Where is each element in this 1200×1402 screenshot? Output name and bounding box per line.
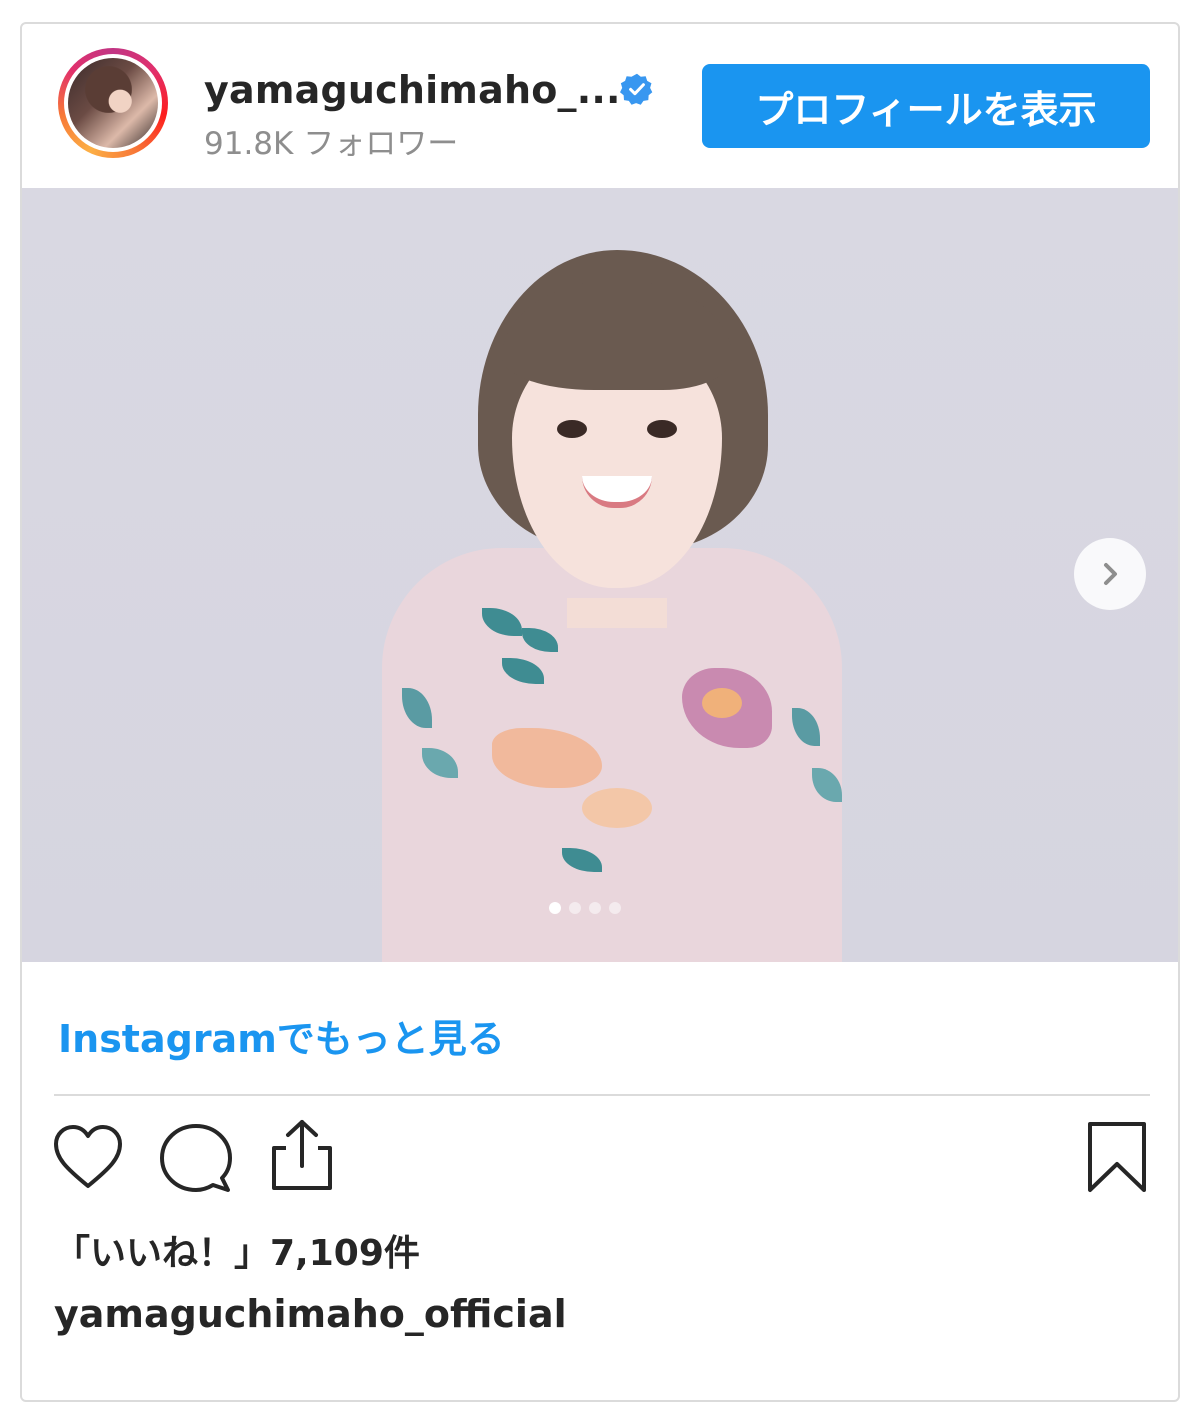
comment-icon[interactable]	[158, 1122, 234, 1194]
post-header: yamaguchimaho_... 91.8K フォロワー プロフィールを表示	[22, 24, 1178, 188]
view-more-on-instagram-link[interactable]: Instagramでもっと見る	[58, 1008, 505, 1063]
carousel-dot	[569, 902, 581, 914]
heart-icon[interactable]	[52, 1124, 124, 1190]
avatar[interactable]	[58, 48, 168, 158]
chevron-right-icon	[1104, 563, 1117, 585]
carousel-next-button[interactable]	[1074, 538, 1146, 610]
username[interactable]: yamaguchimaho_...	[204, 68, 621, 112]
share-icon[interactable]	[268, 1118, 336, 1192]
bookmark-icon[interactable]	[1086, 1120, 1148, 1194]
caption-username[interactable]: yamaguchimaho_official	[54, 1292, 567, 1336]
verified-badge-icon	[620, 73, 653, 105]
divider	[54, 1094, 1150, 1096]
like-count[interactable]: 「いいね！」7,109件	[54, 1224, 420, 1276]
post-photo[interactable]	[22, 188, 1178, 962]
carousel-indicator	[549, 902, 621, 914]
view-profile-button[interactable]: プロフィールを表示	[702, 64, 1150, 148]
action-bar	[22, 1118, 1178, 1208]
carousel-dot	[589, 902, 601, 914]
carousel-dot	[609, 902, 621, 914]
instagram-embed-card: yamaguchimaho_... 91.8K フォロワー プロフィールを表示	[20, 22, 1180, 1402]
follower-count: 91.8K フォロワー	[204, 126, 459, 162]
carousel-dot	[549, 902, 561, 914]
